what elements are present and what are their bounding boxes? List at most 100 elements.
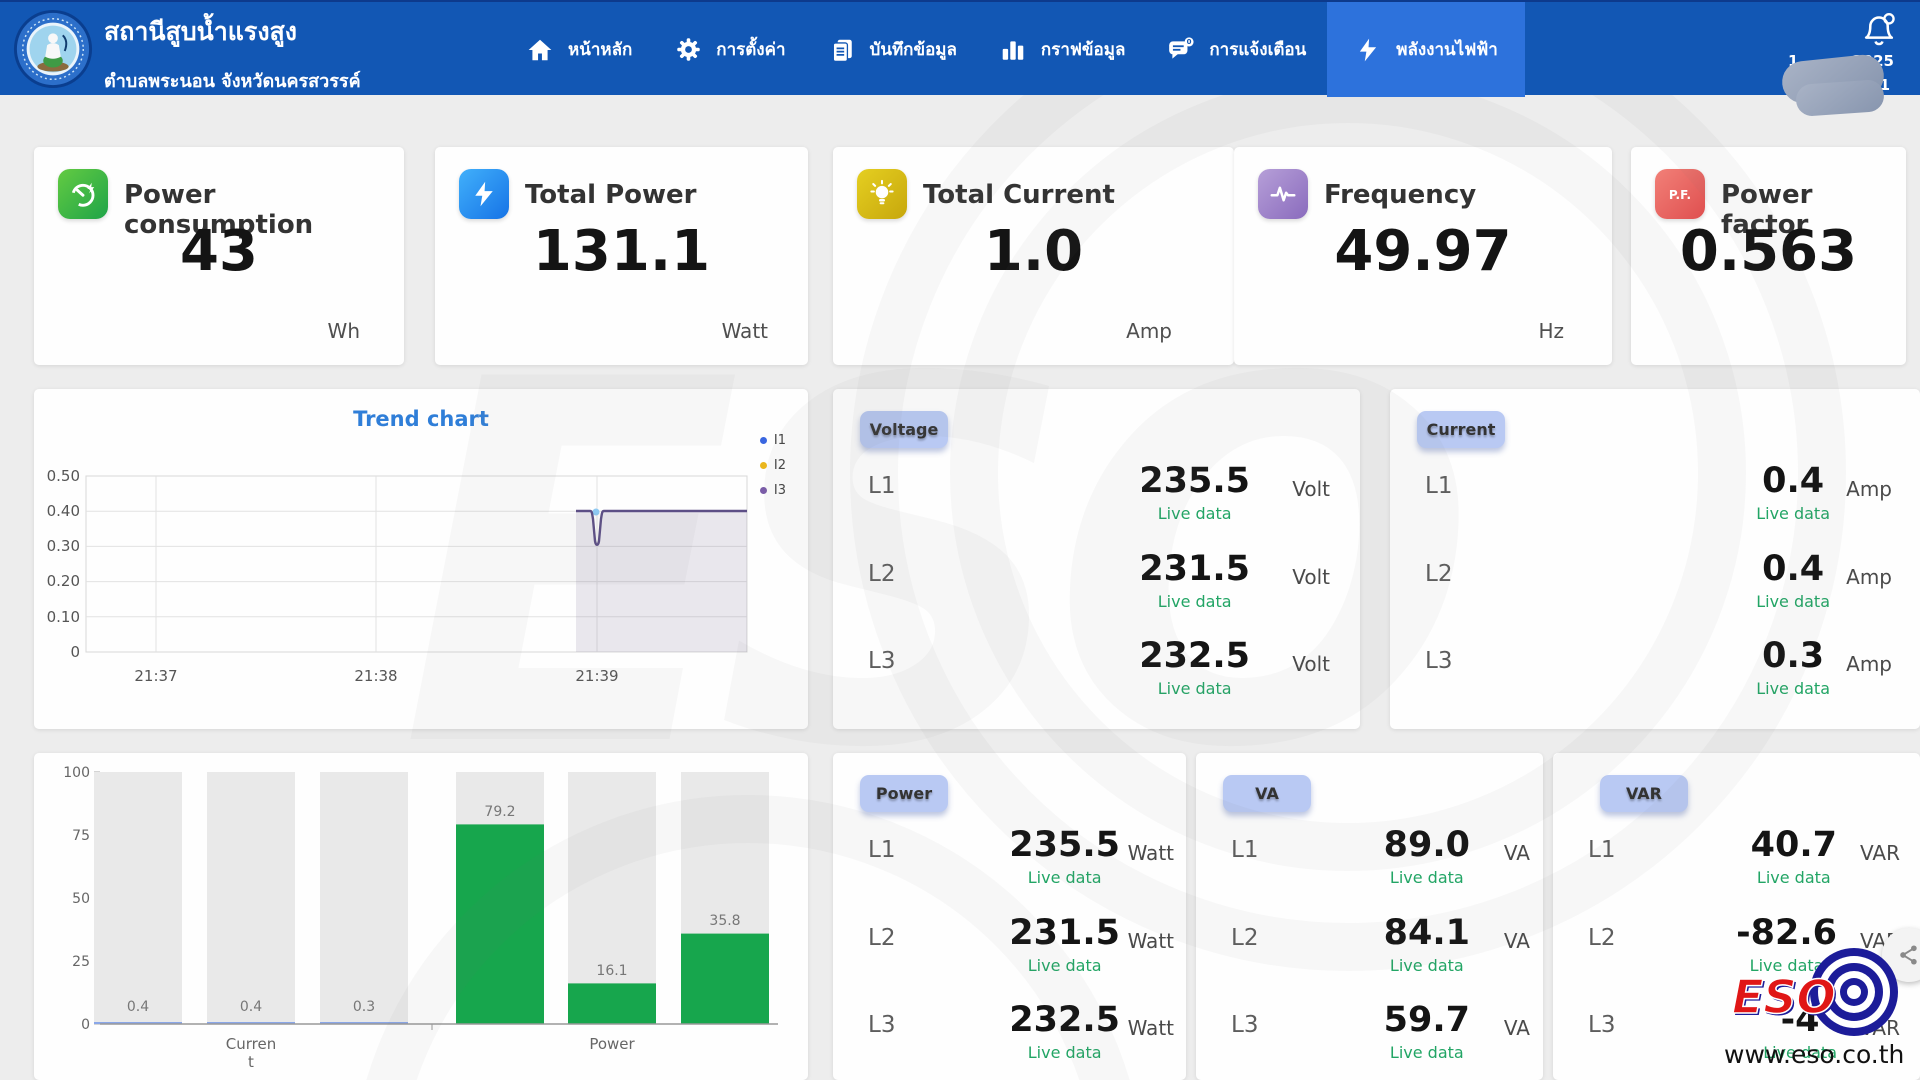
phase-row: L2 231.5Live data Volt: [833, 549, 1360, 633]
bulb-icon: [857, 169, 907, 219]
stat-title: Frequency: [1324, 180, 1476, 210]
pf-icon: P.F.: [1655, 169, 1705, 219]
voltage-badge[interactable]: Voltage: [860, 411, 948, 448]
phase-unit: Amp: [1846, 477, 1892, 501]
phase-label: L1: [1231, 837, 1258, 863]
svg-text:0.4: 0.4: [240, 999, 262, 1015]
phase-unit: VA: [1504, 929, 1530, 953]
stat-value: 131.1: [435, 219, 808, 284]
phase-value: 40.7: [1751, 825, 1837, 865]
stat-unit: Hz: [1538, 319, 1564, 343]
power-panel: Power L1 235.5Live data Watt L2 231.5Liv…: [833, 753, 1186, 1080]
nav-label: หน้าหลัก: [568, 36, 632, 63]
phase-label: L3: [1588, 1012, 1615, 1038]
phase-row: L3 232.5Live data Volt: [833, 636, 1360, 720]
phase-row: L2 0.4Live data Amp: [1390, 549, 1920, 633]
live-data-status: Live data: [1756, 504, 1830, 523]
lightning-icon: [459, 169, 509, 219]
phase-unit: Amp: [1846, 565, 1892, 589]
svg-text:25: 25: [72, 954, 90, 970]
bar-chart-card: 100 75 50 25 0 0.4 0.4 0.3 79.2: [34, 753, 808, 1080]
svg-text:P.F.: P.F.: [1669, 188, 1691, 202]
phase-value: 84.1: [1384, 913, 1470, 953]
phase-value: 89.0: [1384, 825, 1470, 865]
phase-value: -82.6: [1736, 913, 1837, 953]
eso-website[interactable]: www.eso.co.th: [1724, 1040, 1904, 1069]
var-badge[interactable]: VAR: [1600, 775, 1688, 812]
svg-text:0.3: 0.3: [353, 999, 375, 1015]
nav-item-data-graph[interactable]: กราฟข้อมูล: [978, 2, 1146, 97]
stat-value: 49.97: [1234, 219, 1612, 284]
phase-unit: Volt: [1292, 652, 1330, 676]
live-data-status: Live data: [1384, 956, 1470, 975]
phase-label: L1: [868, 837, 895, 863]
page-title: สถานีสูบน้ำแรงสูง: [104, 12, 361, 52]
live-data-status: Live data: [1756, 679, 1830, 698]
chat-notification-icon: 0: [1167, 36, 1195, 64]
phase-row: L1 235.5Live data Volt: [833, 461, 1360, 545]
current-badge[interactable]: Current: [1417, 411, 1505, 448]
phase-value: 59.7: [1384, 1000, 1470, 1040]
stat-card-total-power: Total Power 131.1 Watt: [435, 147, 808, 365]
svg-text:16.1: 16.1: [596, 963, 627, 979]
nav-item-settings[interactable]: การตั้งค่า: [653, 2, 806, 97]
svg-text:75: 75: [72, 828, 90, 844]
trend-chart-title: Trend chart: [34, 407, 808, 431]
svg-text:21:38: 21:38: [354, 667, 397, 685]
current-power-bar-chart[interactable]: 100 75 50 25 0 0.4 0.4 0.3 79.2: [50, 761, 792, 1076]
phase-row: L1 0.4Live data Amp: [1390, 461, 1920, 545]
nav-item-data-log[interactable]: บันทึกข้อมูล: [807, 2, 978, 97]
stat-value: 1.0: [833, 219, 1234, 284]
va-badge[interactable]: VA: [1223, 775, 1311, 812]
phase-row: L2 84.1 Live data VA: [1196, 913, 1543, 997]
live-data-status: Live data: [1009, 868, 1120, 887]
live-data-status: Live data: [1384, 1043, 1470, 1062]
stat-card-power-factor: P.F. Power factor 0.563: [1631, 147, 1906, 365]
svg-text:35.8: 35.8: [709, 913, 740, 929]
svg-text:50: 50: [72, 891, 90, 907]
stat-unit: Amp: [1126, 319, 1172, 343]
svg-text:21:39: 21:39: [575, 667, 618, 685]
svg-text:79.2: 79.2: [484, 804, 515, 820]
phase-unit: Watt: [1128, 929, 1174, 953]
stat-card-frequency: Frequency 49.97 Hz: [1234, 147, 1612, 365]
phase-label: L2: [1231, 925, 1258, 951]
phase-label: L1: [1425, 473, 1452, 499]
phase-row: L3 59.7Live data VA: [1196, 1000, 1543, 1080]
station-logo: [12, 8, 94, 90]
phase-label: L3: [868, 1012, 895, 1038]
live-data-status: Live data: [1139, 679, 1250, 698]
stat-unit: Wh: [328, 319, 360, 343]
trend-line-chart[interactable]: 0.50 0.40 0.30 0.20 0.10 0 21:37 21:38 2…: [34, 451, 794, 706]
phase-row: L3 0.3Live data Amp: [1390, 636, 1920, 720]
nav-item-home[interactable]: หน้าหลัก: [505, 2, 653, 97]
voltage-panel: Voltage L1 235.5Live data Volt L2 231.5L…: [833, 389, 1360, 729]
power-badge[interactable]: Power: [860, 775, 948, 812]
nav-item-electrical-energy[interactable]: พลังงานไฟฟ้า: [1327, 2, 1525, 97]
phase-row: L1 89.0Live data VA: [1196, 825, 1543, 909]
phase-label: L3: [1231, 1012, 1258, 1038]
nav-item-notifications[interactable]: 0 การแจ้งเตือน: [1146, 2, 1327, 97]
bell-notification-icon[interactable]: [1860, 12, 1898, 50]
gauge-icon: [58, 169, 108, 219]
svg-text:Power: Power: [589, 1035, 635, 1053]
current-panel: Current L1 0.4Live data Amp L2 0.4Live d…: [1390, 389, 1920, 729]
legend-item[interactable]: I1: [760, 433, 786, 448]
va-panel: VA L1 89.0 Live data VA L2 84.1 Live data …: [1196, 753, 1543, 1080]
phase-value: 231.5: [1009, 913, 1120, 953]
stat-card-total-current: Total Current 1.0 Amp: [833, 147, 1234, 365]
stat-title: Total Power: [525, 180, 696, 210]
trend-chart-card: Trend chart I1 I2 I3 0.50 0.40 0.30 0.20…: [34, 389, 808, 729]
svg-text:t: t: [248, 1053, 254, 1071]
stat-unit: Watt: [722, 319, 768, 343]
phase-value: 0.4: [1756, 549, 1830, 589]
gear-icon: [674, 36, 702, 64]
phase-value: 235.5: [1139, 461, 1250, 501]
phase-value: 231.5: [1139, 549, 1250, 589]
live-data-status: Live data: [1384, 868, 1470, 887]
svg-text:0: 0: [1187, 38, 1192, 46]
live-data-status: Live data: [1009, 1043, 1120, 1062]
svg-text:100: 100: [63, 765, 90, 781]
dashboard-page: ESO สถานีสูบน้ำแรงสูง ตำบลพระนอน จังหวัด…: [0, 0, 1920, 1080]
phase-label: L3: [1425, 648, 1452, 674]
